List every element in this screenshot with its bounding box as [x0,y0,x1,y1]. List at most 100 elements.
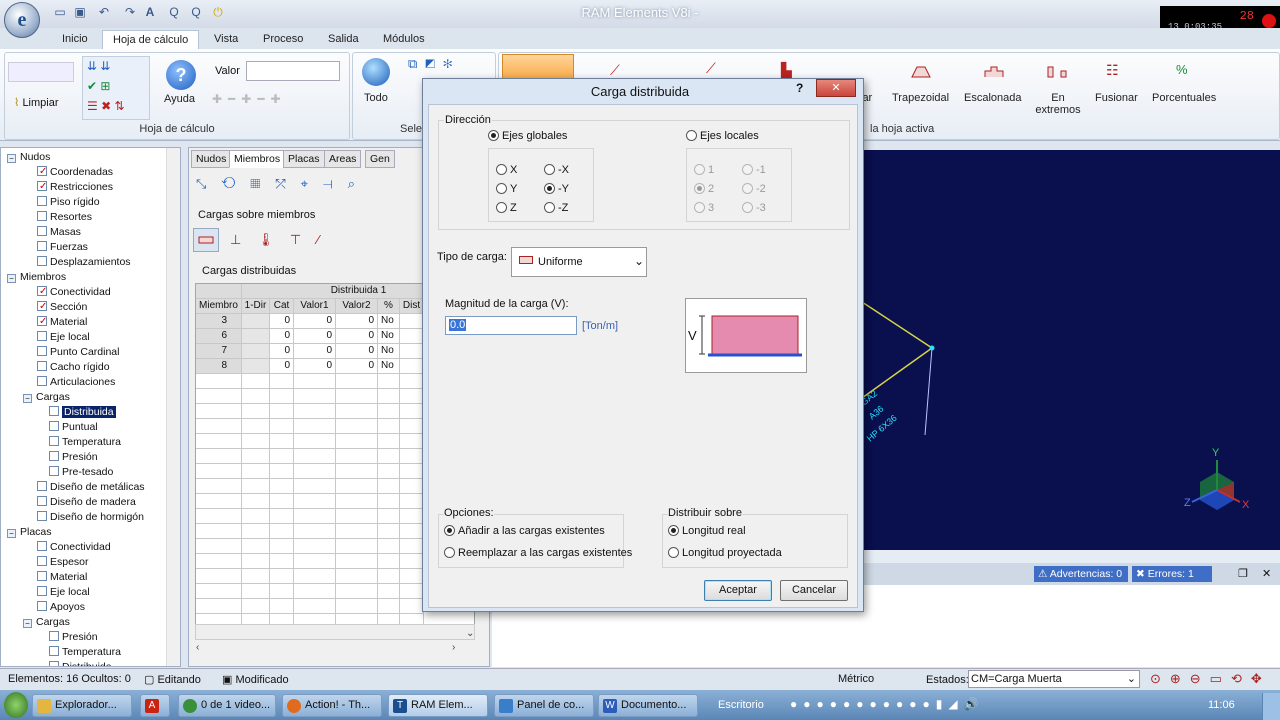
grid-empty-cell[interactable] [270,374,294,389]
checkbox-icon[interactable] [37,196,47,206]
checkbox-icon[interactable] [37,164,47,179]
tree-item[interactable]: Articulaciones [37,375,115,390]
grid-cell[interactable]: 0 [294,344,336,359]
checkbox-icon[interactable] [37,241,47,251]
check-icon[interactable]: ✔ ⊞ [87,79,110,93]
grid-empty-cell[interactable] [294,554,336,569]
checkbox-icon[interactable] [37,361,47,371]
panel-tab-miembros[interactable]: Miembros [229,150,286,168]
grid-cell[interactable] [400,314,424,329]
grid-empty-cell[interactable] [196,599,242,614]
grid-empty-cell[interactable] [378,419,400,434]
grid-empty-cell[interactable] [242,374,270,389]
radio-longitud-proyectada[interactable]: Longitud proyectada [668,547,782,559]
grid-empty-cell[interactable] [196,569,242,584]
grid-empty-cell[interactable] [400,404,424,419]
grid-cell[interactable]: 0 [336,344,378,359]
checkbox-icon[interactable] [37,481,47,491]
grid-empty-cell[interactable] [242,569,270,584]
tree-item[interactable]: Punto Cardinal [37,345,119,360]
dialog-close-button[interactable]: ✕ [816,79,856,97]
taskbar-item-word[interactable]: W Documento... [598,694,698,717]
grid-cell[interactable]: No [378,329,400,344]
radio-anadir[interactable]: Añadir a las cargas existentes [444,525,605,537]
grid-empty-cell[interactable] [196,434,242,449]
grid-empty-cell[interactable] [400,524,424,539]
grid-cell[interactable]: 0 [336,314,378,329]
grid-empty-cell[interactable] [196,524,242,539]
checkbox-icon[interactable] [37,571,47,581]
grid-cell[interactable]: 0 [336,359,378,374]
grid-empty-cell[interactable] [400,569,424,584]
grid-empty-cell[interactable] [270,524,294,539]
grid-empty-cell[interactable] [336,494,378,509]
close-pane-icon[interactable]: ✕ [1262,567,1271,580]
grid-h-scrollbar[interactable] [195,624,475,640]
tree-item[interactable]: Diseño de metálicas [37,480,145,495]
checkbox-icon[interactable] [37,314,47,329]
grid-column-header[interactable]: 1-Dir [242,299,270,314]
grid-empty-cell[interactable] [378,509,400,524]
grid-empty-cell[interactable] [270,434,294,449]
grid-empty-cell[interactable] [294,374,336,389]
tree-item[interactable]: Espesor [37,555,89,570]
tree-item[interactable]: Restricciones [37,179,113,195]
grid-empty-cell[interactable] [270,389,294,404]
application-menu-button[interactable]: e [4,2,40,38]
radio-y[interactable]: Y [496,183,517,195]
limpiar-button[interactable]: ⌇ Limpiar [14,96,59,109]
help-icon[interactable]: ? [166,60,196,90]
grid-empty-cell[interactable] [336,599,378,614]
checkbox-icon[interactable] [37,226,47,236]
load-icon-4[interactable]: ▙ [781,62,792,79]
grid-empty-cell[interactable] [294,479,336,494]
tree-item[interactable]: Eje local [37,585,90,600]
tab-inicio[interactable]: Inicio [52,30,98,50]
power-icon[interactable]: ⏻ [210,4,226,20]
load-icon-3[interactable]: ⟋ [706,60,716,77]
grid-row-header[interactable]: 6 [196,329,242,344]
grid-empty-cell[interactable] [270,419,294,434]
tree-item[interactable]: Temperatura [49,435,121,450]
grid-cell[interactable]: No [378,314,400,329]
expand-toggle-icon[interactable]: − [7,529,16,538]
grid-empty-cell[interactable] [196,509,242,524]
panel-tab-gen[interactable]: Gen [365,150,395,168]
grid-column-header[interactable]: Miembro [196,299,242,314]
dialog-help-button[interactable]: ? [796,81,803,95]
valor-input[interactable] [246,61,340,81]
checkbox-icon[interactable] [37,601,47,611]
grid-empty-cell[interactable] [336,464,378,479]
grid-empty-cell[interactable] [270,509,294,524]
grid-empty-cell[interactable] [196,479,242,494]
todo-button[interactable]: Todo [364,92,388,104]
aceptar-button[interactable]: Aceptar [704,580,772,601]
grid-empty-cell[interactable] [378,554,400,569]
grid-empty-cell[interactable] [400,389,424,404]
grid-empty-cell[interactable] [400,374,424,389]
grid-empty-cell[interactable] [336,419,378,434]
grid-empty-cell[interactable] [400,434,424,449]
porcentuales-button[interactable]: Porcentuales [1152,92,1216,104]
grid-empty-cell[interactable] [294,464,336,479]
tree-item[interactable]: Distribuida [49,660,112,666]
tree-item[interactable]: Pre-tesado [49,465,113,480]
tipo-de-carga-select[interactable]: Uniforme ⌄ [511,247,647,277]
panel-tab-nudos[interactable]: Nudos [191,150,232,168]
load-type-icons[interactable]: ⊥🌡⊤⁄ [230,232,335,248]
grid-cell[interactable] [242,344,270,359]
grid-empty-cell[interactable] [270,479,294,494]
grid-column-header[interactable]: Valor2 [336,299,378,314]
tree-item[interactable]: − Cargas [23,390,70,405]
checkbox-icon[interactable] [37,256,47,266]
model-tree[interactable]: −NudosCoordenadasRestriccionesPiso rígid… [0,147,181,667]
checkbox-icon[interactable] [37,299,47,314]
grid-empty-cell[interactable] [378,569,400,584]
grid-empty-cell[interactable] [270,494,294,509]
load-icon-2[interactable]: ⟋ [610,62,620,79]
grid-empty-cell[interactable] [294,569,336,584]
grid-cell[interactable]: 0 [270,344,294,359]
checkbox-icon[interactable] [37,376,47,386]
grid-empty-cell[interactable] [336,554,378,569]
grid-empty-cell[interactable] [378,584,400,599]
